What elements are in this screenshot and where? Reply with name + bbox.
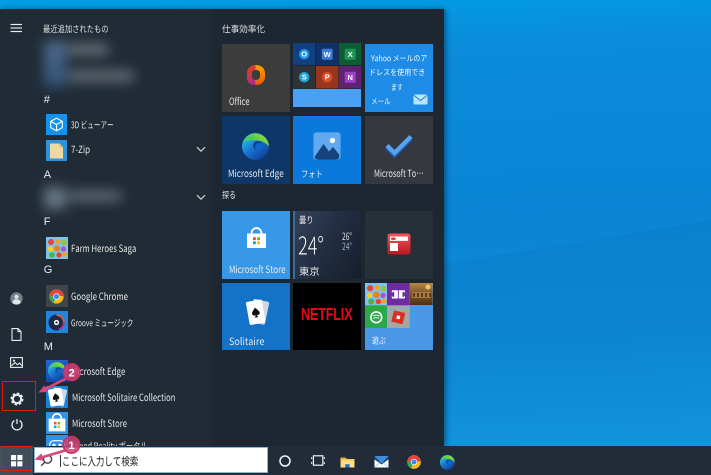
svg-text:2: 2 — [69, 367, 75, 379]
svg-text:1: 1 — [68, 440, 74, 452]
